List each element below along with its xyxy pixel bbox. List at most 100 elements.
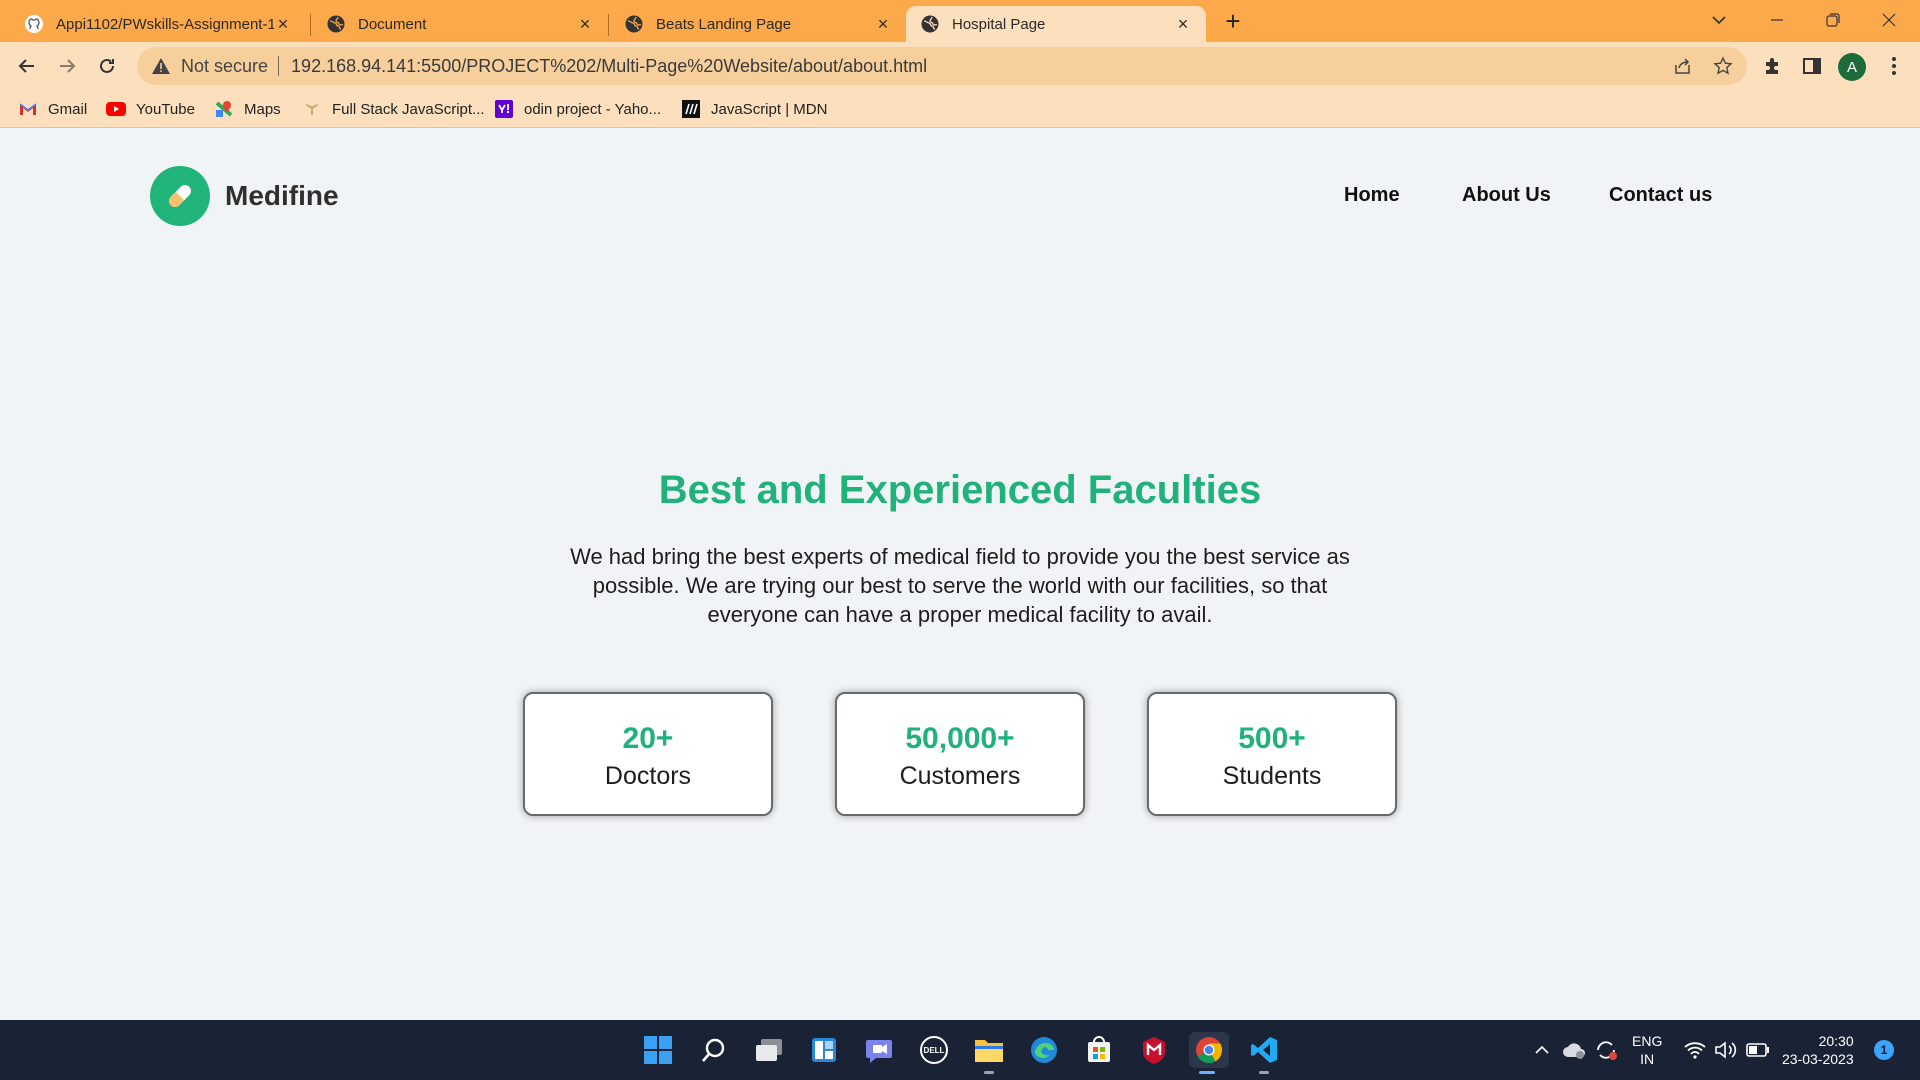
- store-button[interactable]: [1081, 1032, 1117, 1068]
- new-tab-button[interactable]: +: [1220, 8, 1246, 34]
- forward-button[interactable]: [51, 50, 83, 82]
- task-view-button[interactable]: [751, 1032, 787, 1068]
- mcafee-button[interactable]: [1136, 1032, 1172, 1068]
- language-code: ENG: [1632, 1033, 1663, 1049]
- restore-button[interactable]: [1810, 0, 1856, 40]
- kebab-menu-icon: [1892, 57, 1896, 75]
- close-window-button[interactable]: [1866, 0, 1912, 40]
- bookmark-maps[interactable]: Maps: [214, 98, 281, 120]
- minimize-icon: [1771, 19, 1783, 21]
- nav-contact-us[interactable]: Contact us: [1609, 184, 1712, 207]
- tab-github-assignment[interactable]: Appi1102/PWskills-Assignment-1 ×: [10, 6, 306, 42]
- mcafee-icon: [1143, 1037, 1165, 1064]
- side-panel-button[interactable]: [1800, 54, 1824, 78]
- close-icon[interactable]: ×: [576, 14, 594, 34]
- tab-title: Beats Landing Page: [656, 15, 792, 33]
- arrow-right-icon: [60, 59, 76, 73]
- onedrive-tray[interactable]: [1562, 1020, 1586, 1080]
- edge-button[interactable]: [1026, 1032, 1062, 1068]
- tab-title: Document: [358, 15, 427, 33]
- bookmark-odin-yahoo[interactable]: odin project - Yaho...: [494, 98, 661, 120]
- extensions-button[interactable]: [1760, 54, 1784, 78]
- back-button[interactable]: [11, 50, 43, 82]
- chrome-button[interactable]: [1189, 1032, 1229, 1074]
- security-label[interactable]: Not secure: [181, 56, 268, 77]
- browser-toolbar: Not secure 192.168.94.141:5500/PROJECT%2…: [0, 42, 1920, 90]
- url-text[interactable]: 192.168.94.141:5500/PROJECT%202/Multi-Pa…: [291, 56, 927, 77]
- bookmark-full-stack-js[interactable]: Full Stack JavaScript...: [302, 98, 485, 120]
- browser-tab-strip: Appi1102/PWskills-Assignment-1 × Documen…: [0, 0, 1920, 42]
- youtube-icon: [106, 99, 126, 119]
- search-icon: [702, 1038, 725, 1062]
- bookmark-mdn[interactable]: JavaScript | MDN: [681, 98, 827, 120]
- minimize-button[interactable]: [1754, 0, 1800, 40]
- store-icon: [1088, 1036, 1110, 1062]
- yahoo-icon: [494, 99, 514, 119]
- teams-chat-button[interactable]: [861, 1032, 897, 1068]
- odin-icon: [302, 99, 322, 119]
- globe-icon: [921, 15, 939, 33]
- bookmark-gmail[interactable]: Gmail: [18, 98, 87, 120]
- clock[interactable]: 20:30 23-03-2023: [1782, 1020, 1854, 1080]
- star-icon[interactable]: [1713, 56, 1733, 76]
- menu-button[interactable]: [1882, 54, 1906, 78]
- show-hidden-icons-button[interactable]: [1534, 1020, 1550, 1080]
- teams-chat-icon: [866, 1040, 892, 1063]
- bookmark-label: YouTube: [136, 100, 195, 118]
- chevron-down-icon: [1712, 16, 1726, 25]
- taskbar-search-button[interactable]: [696, 1032, 732, 1068]
- stat-label: Students: [1222, 762, 1322, 790]
- reload-icon: [100, 58, 114, 73]
- clock-date: 23-03-2023: [1782, 1051, 1854, 1067]
- running-indicator: [984, 1071, 994, 1074]
- language-indicator[interactable]: ENG IN: [1632, 1020, 1662, 1080]
- address-bar[interactable]: Not secure 192.168.94.141:5500/PROJECT%2…: [137, 47, 1747, 85]
- bookmark-label: JavaScript | MDN: [711, 100, 828, 118]
- reload-button[interactable]: [91, 50, 123, 82]
- network-volume-battery-tray[interactable]: [1684, 1020, 1770, 1080]
- windows-start-button[interactable]: [640, 1032, 676, 1068]
- profile-avatar[interactable]: A: [1838, 53, 1866, 81]
- task-view-icon: [756, 1039, 782, 1061]
- file-explorer-icon: [975, 1040, 1003, 1062]
- stat-value: 20+: [622, 722, 674, 755]
- side-panel-icon: [1803, 58, 1821, 74]
- chrome-icon: [1196, 1037, 1223, 1064]
- bookmark-label: odin project - Yaho...: [524, 100, 662, 118]
- language-text: ENG IN: [1632, 1032, 1662, 1068]
- edge-icon: [1031, 1037, 1057, 1063]
- warning-icon[interactable]: [151, 56, 171, 76]
- stat-label: Doctors: [604, 762, 692, 790]
- bookmark-label: Full Stack JavaScript...: [332, 100, 485, 118]
- notification-badge[interactable]: 1: [1874, 1040, 1894, 1060]
- vscode-button[interactable]: [1246, 1032, 1282, 1074]
- close-icon[interactable]: ×: [874, 14, 892, 34]
- dell-app-button[interactable]: DELL: [916, 1032, 952, 1068]
- tab-hospital-page[interactable]: Hospital Page ×: [906, 6, 1206, 42]
- web-page: Medifine Home About Us Contact us Best a…: [0, 128, 1920, 1020]
- nav-about-us[interactable]: About Us: [1462, 184, 1551, 207]
- running-indicator: [1259, 1071, 1269, 1074]
- site-logo[interactable]: Medifine: [150, 166, 339, 226]
- nav-home[interactable]: Home: [1344, 184, 1400, 207]
- tab-search-button[interactable]: [1696, 0, 1742, 40]
- share-icon[interactable]: [1673, 56, 1693, 76]
- running-indicator: [1199, 1071, 1215, 1074]
- bookmark-youtube[interactable]: YouTube: [106, 98, 195, 120]
- sync-icon: [1597, 1041, 1617, 1060]
- widgets-button[interactable]: [806, 1032, 842, 1068]
- stat-value: 500+: [1238, 722, 1306, 755]
- close-icon[interactable]: ×: [1174, 14, 1192, 34]
- cloud-icon: [1563, 1043, 1585, 1059]
- brand-name: Medifine: [225, 180, 339, 211]
- mdn-icon: [681, 99, 701, 119]
- sync-tray[interactable]: [1594, 1020, 1618, 1080]
- tab-beats-landing[interactable]: Beats Landing Page ×: [610, 6, 906, 42]
- tab-document[interactable]: Document ×: [312, 6, 608, 42]
- bookmarks-bar: Gmail YouTube Maps Full Stack JavaScript…: [0, 90, 1920, 128]
- close-icon[interactable]: ×: [274, 14, 292, 34]
- arrow-left-icon: [18, 59, 34, 73]
- pill-icon: [150, 166, 210, 226]
- file-explorer-button[interactable]: [971, 1032, 1007, 1074]
- clock-text: 20:30 23-03-2023: [1782, 1032, 1854, 1068]
